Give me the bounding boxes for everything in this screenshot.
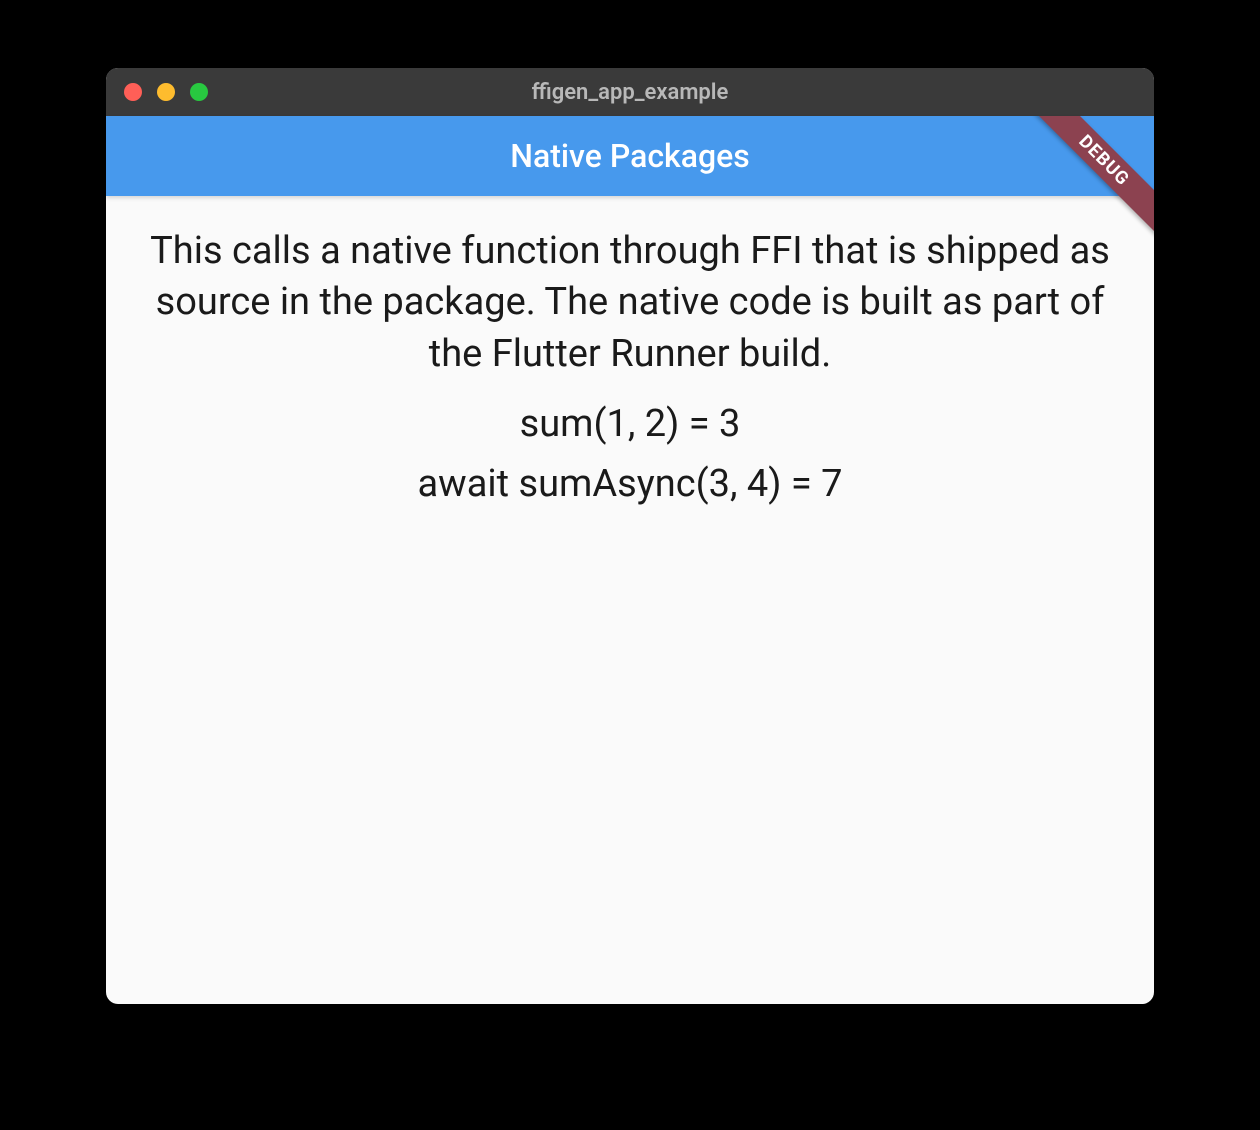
sum-async-result: await sumAsync(3, 4) = 7: [146, 462, 1114, 506]
sum-result: sum(1, 2) = 3: [146, 402, 1114, 446]
app-bar-title: Native Packages: [510, 137, 749, 175]
description-text: This calls a native function through FFI…: [146, 226, 1114, 380]
main-content: This calls a native function through FFI…: [106, 196, 1154, 552]
app-bar: Native Packages: [106, 116, 1154, 196]
close-button[interactable]: [124, 83, 142, 101]
window-titlebar[interactable]: ffigen_app_example: [106, 68, 1154, 116]
window-controls: [106, 83, 208, 101]
maximize-button[interactable]: [190, 83, 208, 101]
application-window: ffigen_app_example Native Packages DEBUG…: [106, 68, 1154, 1004]
minimize-button[interactable]: [157, 83, 175, 101]
window-title: ffigen_app_example: [106, 80, 1154, 105]
